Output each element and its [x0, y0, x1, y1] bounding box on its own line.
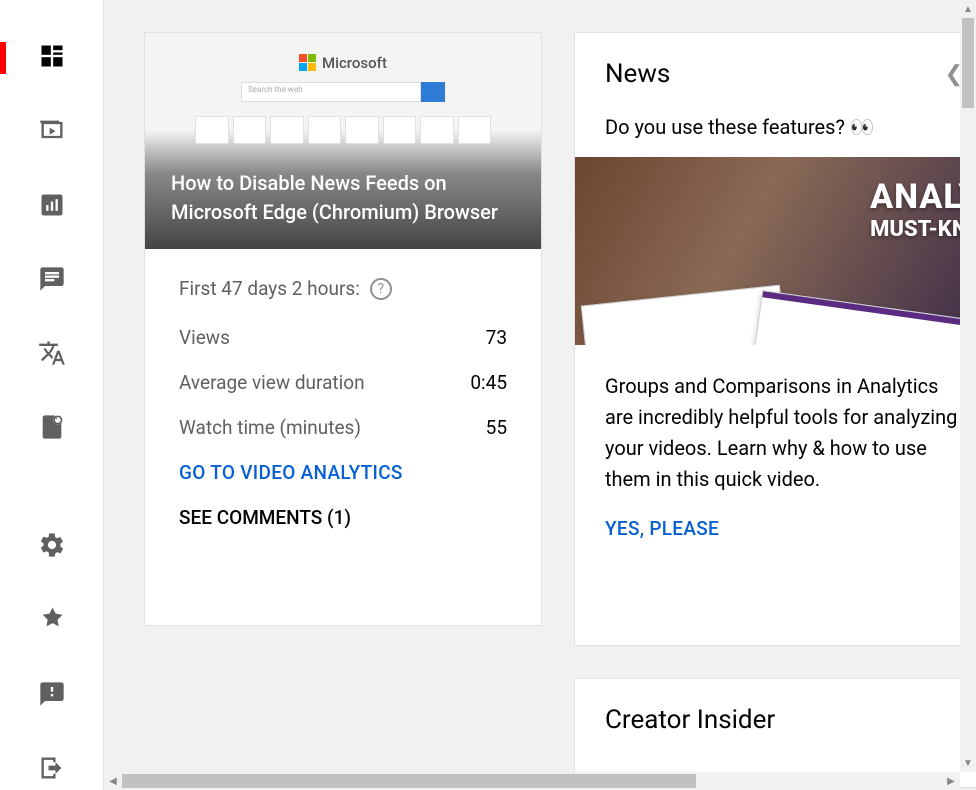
- scroll-right-icon[interactable]: ▶: [942, 776, 960, 787]
- dashboard-icon: [38, 42, 66, 74]
- comments-icon: [38, 265, 66, 297]
- video-thumbnail[interactable]: Microsoft Search the web How to Disable …: [145, 33, 541, 249]
- new-icon: [38, 606, 66, 638]
- see-comments-link[interactable]: SEE COMMENTS (1): [179, 506, 507, 529]
- news-heading: News: [605, 59, 670, 89]
- copyright-icon: [38, 413, 66, 445]
- app-layout: Microsoft Search the web How to Disable …: [0, 0, 976, 790]
- mock-search-box: Search the web: [241, 82, 421, 102]
- scrollbar-thumb-h[interactable]: [122, 774, 696, 788]
- sidebar-item-classic[interactable]: [0, 750, 103, 790]
- news-description: Groups and Comparisons in Analytics are …: [575, 345, 976, 495]
- stat-label: Average view duration: [179, 371, 365, 394]
- stat-value: 55: [486, 416, 507, 439]
- horizontal-scrollbar[interactable]: ◀ ▶: [104, 772, 960, 790]
- scroll-left-icon[interactable]: ◀: [104, 776, 122, 787]
- sidebar-item-comments[interactable]: [0, 261, 103, 301]
- go-to-analytics-link[interactable]: GO TO VIDEO ANALYTICS: [179, 461, 507, 484]
- stat-label: Views: [179, 326, 230, 349]
- news-subheading: Do you use these features? 👀: [575, 99, 976, 157]
- microsoft-logo: Microsoft: [299, 54, 387, 72]
- help-icon[interactable]: ?: [370, 278, 392, 300]
- scroll-down-icon[interactable]: ▼: [960, 754, 976, 772]
- analytics-icon: [38, 191, 66, 223]
- news-cta-button[interactable]: YES, PLEASE: [575, 517, 976, 540]
- scrollbar-thumb[interactable]: [962, 18, 974, 108]
- mock-search-button: [421, 82, 445, 102]
- sidebar: [0, 0, 104, 790]
- insider-heading: Creator Insider: [605, 705, 963, 735]
- feedback-icon: [38, 680, 66, 712]
- right-column: News ❮ Do you use these features? 👀 ANAL…: [574, 32, 976, 790]
- stat-label: Watch time (minutes): [179, 416, 361, 439]
- stat-value: 73: [486, 326, 507, 349]
- sidebar-item-analytics[interactable]: [0, 186, 103, 226]
- thumbnail-mock-content: Microsoft Search the web: [195, 47, 491, 144]
- exit-icon: [38, 754, 66, 786]
- video-title: How to Disable News Feeds on Microsoft E…: [171, 169, 515, 227]
- video-snapshot-card: Microsoft Search the web How to Disable …: [144, 32, 542, 626]
- period-label: First 47 days 2 hours:: [179, 277, 360, 300]
- news-card: News ❮ Do you use these features? 👀 ANAL…: [574, 32, 976, 646]
- sidebar-item-dashboard[interactable]: [0, 38, 103, 78]
- sidebar-item-settings[interactable]: [0, 527, 103, 567]
- content-icon: [38, 116, 66, 148]
- gear-icon: [38, 531, 66, 563]
- stat-watch-time: Watch time (minutes) 55: [179, 416, 507, 439]
- news-thumbnail[interactable]: ANALYT MUST-KN: [575, 157, 976, 345]
- sidebar-item-feedback[interactable]: [0, 676, 103, 716]
- period-row: First 47 days 2 hours: ?: [179, 277, 507, 300]
- stat-views: Views 73: [179, 326, 507, 349]
- sidebar-item-subtitles[interactable]: [0, 335, 103, 375]
- scroll-up-icon[interactable]: ▲: [960, 0, 976, 18]
- sidebar-item-whats-new[interactable]: [0, 601, 103, 641]
- sidebar-item-content[interactable]: [0, 112, 103, 152]
- stat-value: 0:45: [470, 371, 507, 394]
- vertical-scrollbar[interactable]: ▲ ▼: [960, 0, 976, 772]
- sidebar-item-copyright[interactable]: [0, 409, 103, 449]
- main-content: Microsoft Search the web How to Disable …: [104, 0, 976, 790]
- translate-icon: [38, 339, 66, 371]
- stat-avg-duration: Average view duration 0:45: [179, 371, 507, 394]
